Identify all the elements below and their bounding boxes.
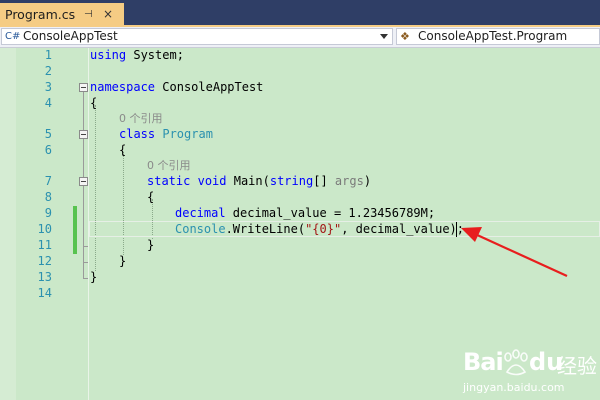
baidu-jingyan-watermark: Bai du 经验 jingyan.baidu.com bbox=[461, 345, 600, 400]
arrow-head bbox=[461, 227, 482, 242]
watermark-url: jingyan.baidu.com bbox=[463, 381, 565, 394]
baidu-brand-text: Bai bbox=[463, 348, 504, 376]
annotation-arrow bbox=[461, 227, 568, 278]
jingyan-label: 经验 bbox=[557, 354, 597, 378]
arrow-shaft bbox=[474, 232, 568, 278]
